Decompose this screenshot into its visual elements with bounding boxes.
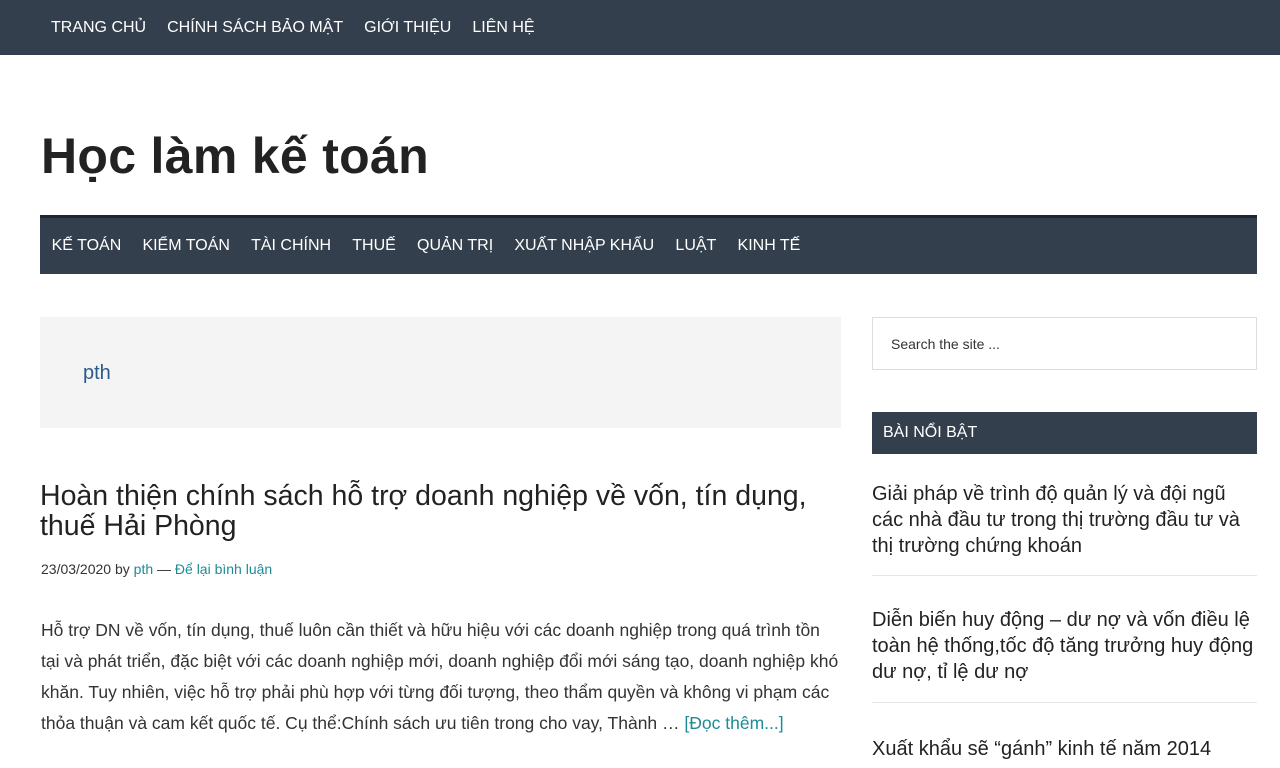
top-nav-home[interactable]: TRANG CHỦ bbox=[41, 19, 157, 37]
meta-separator: — bbox=[157, 561, 172, 577]
post-author-link[interactable]: pth bbox=[134, 561, 153, 577]
featured-post-link[interactable]: Xuất khẩu sẽ “gánh” kinh tế năm 2014 bbox=[872, 736, 1257, 762]
featured-divider bbox=[872, 575, 1257, 576]
post-excerpt: Hỗ trợ DN về vốn, tín dụng, thuế luôn cầ… bbox=[41, 615, 841, 739]
main-menu: KẾ TOÁN KIỂM TOÁN TÀI CHÍNH THUẾ QUẢN TR… bbox=[40, 218, 1257, 274]
post-title[interactable]: Hoàn thiện chính sách hỗ trợ doanh nghiệ… bbox=[40, 481, 820, 541]
archive-author-name: pth bbox=[83, 362, 111, 384]
featured-divider bbox=[872, 702, 1257, 703]
main-nav-import-export[interactable]: XUẤT NHẬP KHẨU bbox=[504, 237, 665, 255]
sidebar-search bbox=[872, 317, 1257, 370]
main-nav-accounting[interactable]: KẾ TOÁN bbox=[41, 237, 132, 255]
featured-post-link[interactable]: Giải pháp về trình độ quản lý và đội ngũ… bbox=[872, 481, 1257, 559]
post-meta: 23/03/2020 by pth — Để lại bình luận bbox=[41, 561, 272, 577]
main-nav-finance[interactable]: TÀI CHÍNH bbox=[240, 237, 341, 255]
main-nav-auditing[interactable]: KIỂM TOÁN bbox=[132, 237, 241, 255]
top-nav-privacy-policy[interactable]: CHÍNH SÁCH BẢO MẬT bbox=[157, 19, 354, 37]
post-by-label: by bbox=[114, 561, 130, 577]
leave-comment-link[interactable]: Để lại bình luận bbox=[175, 561, 272, 577]
top-menu: TRANG CHỦ CHÍNH SÁCH BẢO MẬT GIỚI THIỆU … bbox=[0, 0, 1280, 55]
post-date: 23/03/2020 bbox=[41, 561, 112, 577]
top-navigation: TRANG CHỦ CHÍNH SÁCH BẢO MẬT GIỚI THIỆU … bbox=[0, 0, 1280, 55]
author-archive-header: pth bbox=[40, 317, 841, 428]
main-nav-law[interactable]: LUẬT bbox=[665, 237, 727, 255]
read-more-link[interactable]: [Đọc thêm...] bbox=[684, 713, 783, 733]
top-nav-about[interactable]: GIỚI THIỆU bbox=[354, 19, 462, 37]
main-nav-tax[interactable]: THUẾ bbox=[342, 237, 407, 255]
site-title[interactable]: Học làm kế toán bbox=[41, 127, 429, 185]
featured-widget-title: BÀI NỔI BẬT bbox=[872, 412, 1257, 454]
main-nav-management[interactable]: QUẢN TRỊ bbox=[406, 237, 503, 255]
main-nav-economics[interactable]: KINH TẾ bbox=[727, 237, 811, 255]
search-input[interactable] bbox=[873, 318, 1256, 369]
top-nav-contact[interactable]: LIÊN HỆ bbox=[462, 19, 545, 37]
main-navigation: KẾ TOÁN KIỂM TOÁN TÀI CHÍNH THUẾ QUẢN TR… bbox=[40, 215, 1257, 274]
featured-post-link[interactable]: Diễn biến huy động – dư nợ và vốn điều l… bbox=[872, 607, 1257, 685]
